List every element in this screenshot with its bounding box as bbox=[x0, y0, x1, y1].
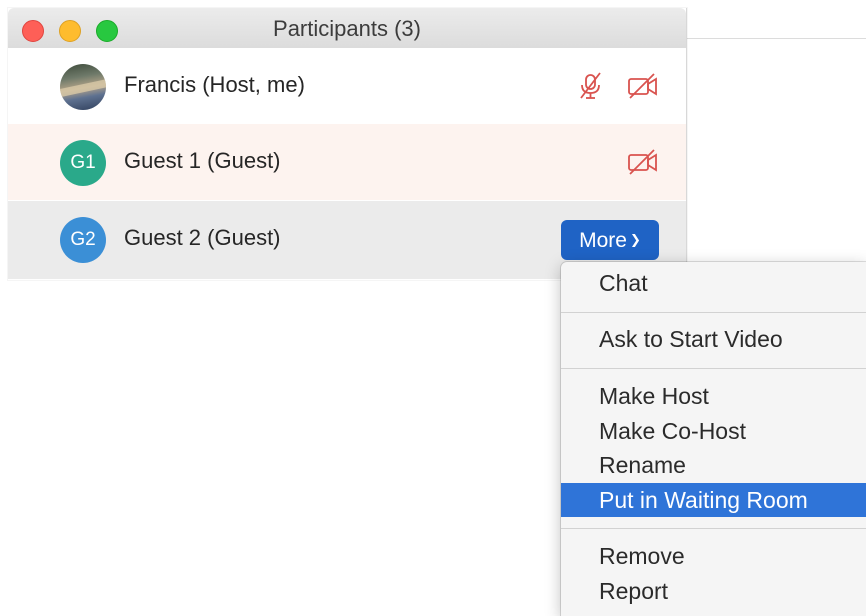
menu-item-remove[interactable]: Remove bbox=[561, 539, 866, 573]
menu-item-chat[interactable]: Chat bbox=[561, 266, 866, 300]
background-divider bbox=[686, 38, 866, 39]
avatar: G2 bbox=[60, 217, 106, 263]
menu-item-label: Make Host bbox=[599, 383, 709, 409]
menu-item-report[interactable]: Report bbox=[561, 574, 866, 608]
window-title: Participants (3) bbox=[273, 16, 421, 41]
menu-separator bbox=[561, 368, 866, 369]
title-bar[interactable]: Participants (3) bbox=[8, 8, 686, 49]
participant-name: Guest 1 (Guest) bbox=[124, 148, 281, 173]
screen: Participants (3) Francis (Host, me) G1 G… bbox=[0, 0, 866, 616]
more-button-label: More bbox=[579, 229, 627, 252]
menu-item-label: Chat bbox=[599, 270, 648, 296]
video-off-icon[interactable] bbox=[627, 72, 657, 100]
avatar bbox=[60, 64, 106, 110]
menu-item-label: Put in Waiting Room bbox=[599, 487, 808, 513]
chevron-down-icon: ❯ bbox=[629, 232, 641, 247]
menu-item-label: Ask to Start Video bbox=[599, 326, 783, 352]
more-button[interactable]: More ❯ bbox=[561, 220, 659, 260]
menu-item-put-in-waiting-room[interactable]: Put in Waiting Room bbox=[561, 483, 866, 517]
participant-context-menu: Chat Ask to Start Video Make Host Make C… bbox=[561, 262, 866, 616]
menu-separator bbox=[561, 528, 866, 529]
participant-name: Francis (Host, me) bbox=[124, 72, 305, 97]
menu-separator bbox=[561, 312, 866, 313]
menu-item-make-host[interactable]: Make Host bbox=[561, 379, 866, 413]
participant-name: Guest 2 (Guest) bbox=[124, 225, 281, 250]
participants-window: Participants (3) Francis (Host, me) G1 G… bbox=[8, 8, 687, 280]
menu-item-make-co-host[interactable]: Make Co-Host bbox=[561, 414, 866, 448]
menu-item-ask-to-start-video[interactable]: Ask to Start Video bbox=[561, 322, 866, 356]
participant-row-francis[interactable]: Francis (Host, me) bbox=[8, 48, 686, 124]
video-off-icon[interactable] bbox=[627, 148, 657, 176]
participant-row-guest-1[interactable]: G1 Guest 1 (Guest) bbox=[8, 124, 686, 200]
muted-mic-icon[interactable] bbox=[576, 72, 606, 100]
avatar: G1 bbox=[60, 140, 106, 186]
menu-item-rename[interactable]: Rename bbox=[561, 448, 866, 482]
menu-item-label: Rename bbox=[599, 452, 686, 478]
menu-item-label: Make Co-Host bbox=[599, 418, 746, 444]
menu-item-label: Report bbox=[599, 578, 669, 604]
menu-item-label: Remove bbox=[599, 543, 685, 569]
